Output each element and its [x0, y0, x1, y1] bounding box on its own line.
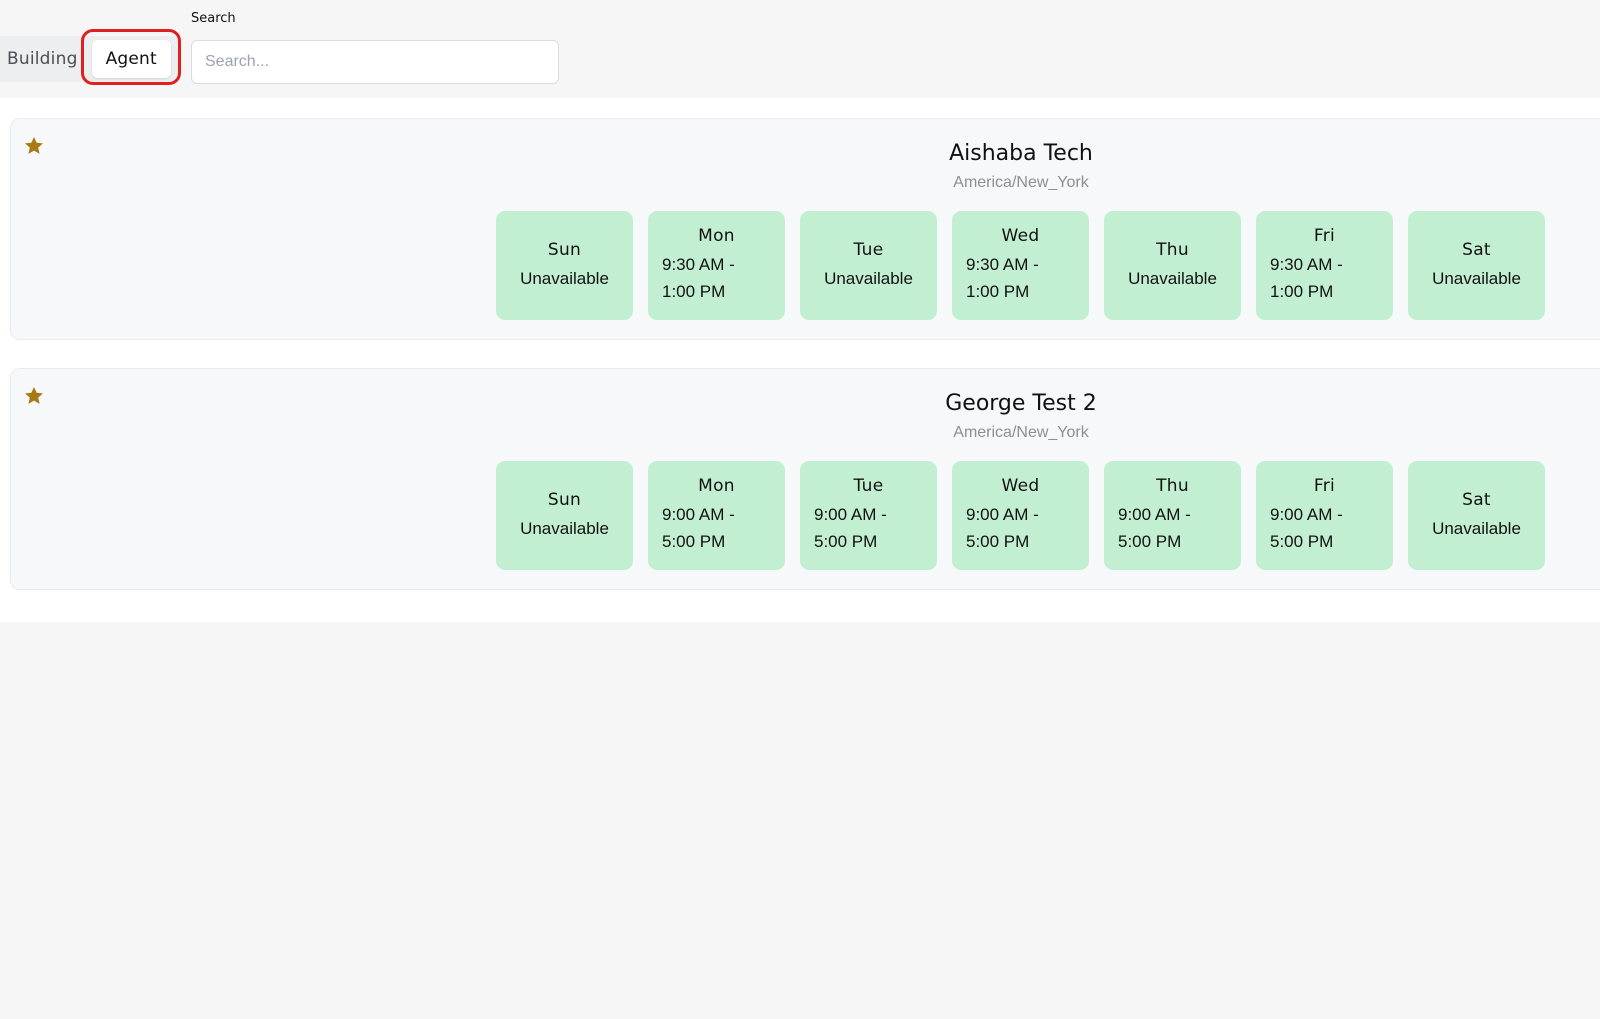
day-hours: Unavailable: [1432, 518, 1521, 538]
day-hours-end: 5:00 PM: [814, 532, 878, 551]
day-hours-start: 9:00 AM -: [1118, 505, 1191, 524]
day-hours-start: 9:00 AM -: [814, 505, 887, 524]
day-hours-start: 9:00 AM -: [662, 505, 735, 524]
agent-card: George Test 2 America/New_York Sun Unava…: [10, 368, 1600, 590]
day-hours: Unavailable: [520, 518, 609, 538]
day-tile-sun: Sun Unavailable: [496, 211, 633, 320]
day-tile-fri: Fri 9:00 AM - 5:00 PM: [1256, 461, 1393, 570]
agent-card: Aishaba Tech America/New_York Sun Unavai…: [10, 118, 1600, 340]
day-name: Mon: [698, 476, 735, 496]
day-tile-sun: Sun Unavailable: [496, 461, 633, 570]
day-tile-mon: Mon 9:00 AM - 5:00 PM: [648, 461, 785, 570]
view-toggle: Building Agent: [0, 36, 179, 82]
day-hours-start: 9:30 AM -: [1270, 255, 1343, 274]
agent-timezone: America/New_York: [953, 424, 1089, 441]
day-hours-end: 5:00 PM: [1270, 532, 1334, 551]
day-hours-end: 5:00 PM: [662, 532, 726, 551]
agent-name: George Test 2: [945, 391, 1097, 416]
day-hours-end: 5:00 PM: [1118, 532, 1182, 551]
day-hours-end: 1:00 PM: [966, 282, 1030, 301]
day-name: Fri: [1313, 226, 1336, 246]
day-hours: Unavailable: [520, 268, 609, 288]
day-tile-sat: Sat Unavailable: [1408, 211, 1545, 320]
day-name: Tue: [853, 239, 884, 260]
day-hours-end: 1:00 PM: [662, 282, 726, 301]
day-tile-sat: Sat Unavailable: [1408, 461, 1545, 570]
top-bar: Building Agent Search: [0, 0, 1600, 98]
agent-timezone: America/New_York: [953, 174, 1089, 191]
day-name: Sun: [547, 489, 582, 510]
agent-name: Aishaba Tech: [949, 141, 1093, 166]
day-tile-tue: Tue 9:00 AM - 5:00 PM: [800, 461, 937, 570]
weekly-schedule: Sun Unavailable Mon 9:00 AM - 5:00 PM Tu…: [496, 461, 1545, 570]
day-name: Sat: [1462, 489, 1491, 510]
day-tile-thu: Thu Unavailable: [1104, 211, 1241, 320]
day-name: Fri: [1313, 476, 1336, 496]
agent-list: Aishaba Tech America/New_York Sun Unavai…: [0, 98, 1600, 622]
day-hours-start: 9:00 AM -: [966, 505, 1039, 524]
day-tile-thu: Thu 9:00 AM - 5:00 PM: [1104, 461, 1241, 570]
search-label: Search: [191, 11, 236, 26]
building-toggle-button[interactable]: Building: [0, 40, 82, 78]
day-name: Wed: [1001, 226, 1040, 246]
day-name: Mon: [698, 226, 735, 246]
day-hours-end: 5:00 PM: [966, 532, 1030, 551]
day-tile-mon: Mon 9:30 AM - 1:00 PM: [648, 211, 785, 320]
day-hours: Unavailable: [1128, 268, 1217, 288]
weekly-schedule: Sun Unavailable Mon 9:30 AM - 1:00 PM Tu…: [496, 211, 1545, 320]
day-name: Tue: [853, 476, 884, 496]
day-hours-start: 9:30 AM -: [662, 255, 735, 274]
day-hours-start: 9:30 AM -: [966, 255, 1039, 274]
day-tile-fri: Fri 9:30 AM - 1:00 PM: [1256, 211, 1393, 320]
day-tile-tue: Tue Unavailable: [800, 211, 937, 320]
day-hours: Unavailable: [824, 268, 913, 288]
day-tile-wed: Wed 9:00 AM - 5:00 PM: [952, 461, 1089, 570]
agent-toggle-button[interactable]: Agent: [91, 40, 171, 78]
day-hours: Unavailable: [1432, 268, 1521, 288]
day-name: Thu: [1156, 239, 1189, 260]
day-name: Sat: [1462, 239, 1491, 260]
search-input[interactable]: [191, 40, 559, 84]
day-hours-start: 9:00 AM -: [1270, 505, 1343, 524]
day-hours-end: 1:00 PM: [1270, 282, 1334, 301]
day-name: Thu: [1156, 476, 1189, 496]
day-name: Wed: [1001, 476, 1040, 496]
day-name: Sun: [547, 239, 582, 260]
day-tile-wed: Wed 9:30 AM - 1:00 PM: [952, 211, 1089, 320]
